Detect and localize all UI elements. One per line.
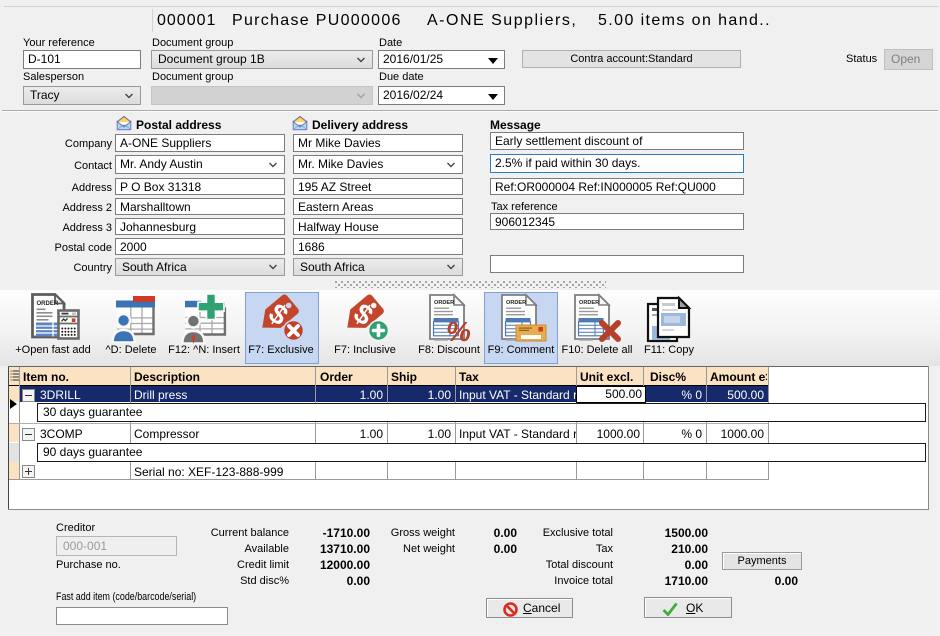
svg-text:ORDER: ORDER	[579, 300, 599, 306]
svg-text:ORDER: ORDER	[434, 300, 454, 306]
svg-text:ORDER: ORDER	[506, 300, 526, 306]
svg-text:%: %	[446, 316, 471, 343]
svg-text:ORDER: ORDER	[37, 301, 59, 307]
